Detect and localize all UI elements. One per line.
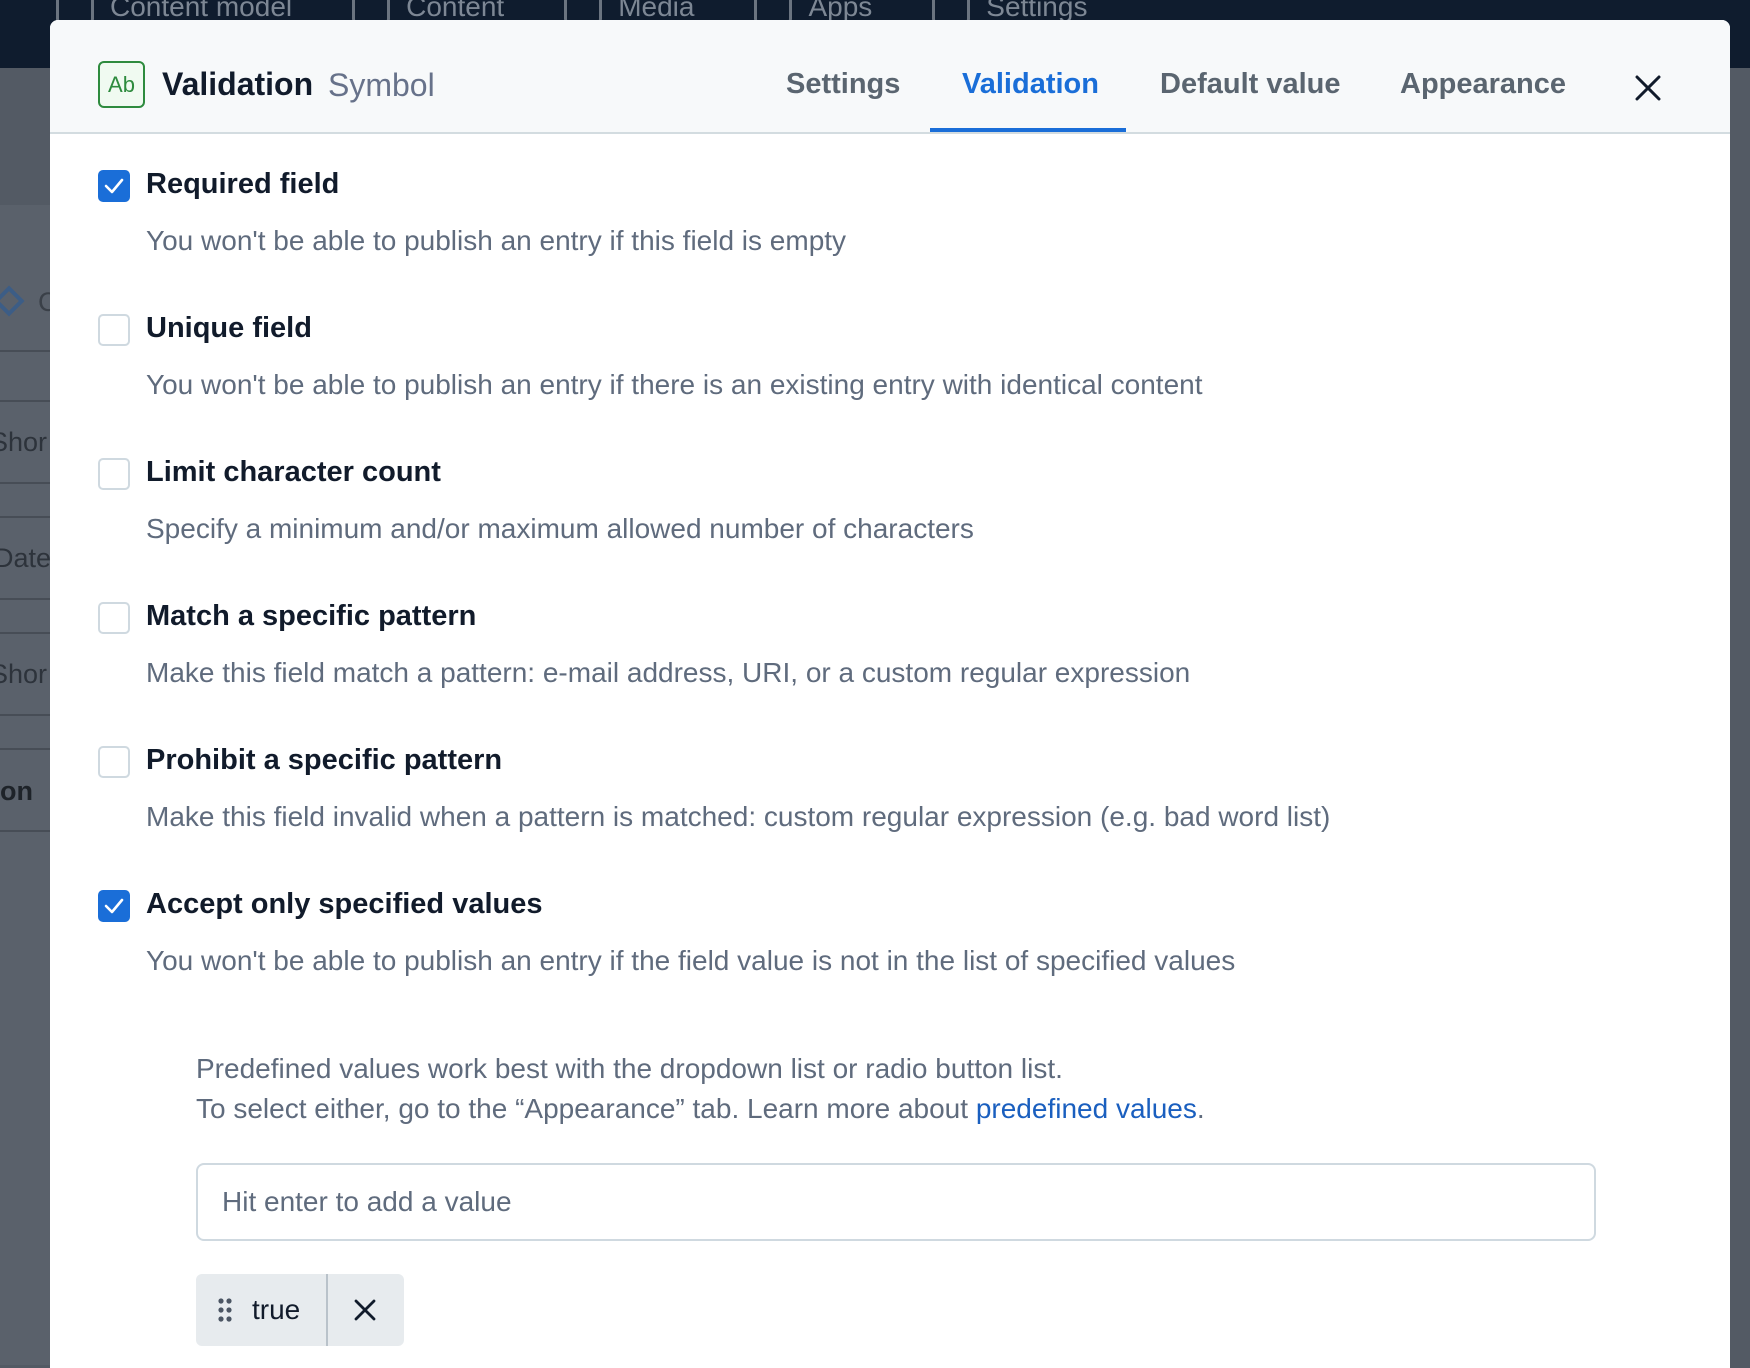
tab-default-value[interactable]: Default value (1160, 68, 1341, 101)
accept-specified-values-checkbox[interactable] (98, 890, 130, 922)
option-label: Unique field (146, 312, 312, 344)
option-description: Specify a minimum and/or maximum allowed… (146, 513, 974, 544)
predefined-values-help-line2: To select either, go to the “Appearance”… (196, 1093, 1205, 1125)
limit-character-count-checkbox[interactable] (98, 458, 130, 490)
bg-fragment: Date (0, 543, 52, 573)
option-description: You won't be able to publish an entry if… (146, 225, 847, 256)
close-icon (354, 1299, 376, 1321)
modal-title: Validation (162, 66, 314, 102)
match-pattern-checkbox[interactable] (98, 602, 130, 634)
unique-field-checkbox[interactable] (98, 314, 130, 346)
field-type-badge: Ab (98, 61, 145, 108)
bg-fragment: Shor (0, 659, 48, 689)
active-tab-indicator (930, 128, 1126, 132)
value-pill: true (196, 1274, 404, 1346)
modal-header: Ab Validation Symbol Settings Validation… (50, 20, 1730, 134)
drag-handle-icon (218, 1298, 232, 1322)
bg-fragment: on (0, 776, 33, 806)
predefined-values-help-line1: Predefined values work best with the dro… (196, 1053, 1063, 1084)
option-description: Make this field invalid when a pattern i… (146, 801, 1331, 832)
remove-value-button[interactable] (328, 1274, 402, 1346)
modal-subtitle: Symbol (328, 67, 435, 103)
help-text-suffix: . (1196, 1093, 1205, 1124)
option-label: Prohibit a specific pattern (146, 744, 503, 776)
required-field-checkbox[interactable] (98, 170, 130, 202)
bg-fragment: Shor (0, 427, 48, 457)
pill-value: true (252, 1294, 301, 1325)
close-button[interactable] (1628, 68, 1668, 108)
drag-handle[interactable] (196, 1274, 244, 1346)
checkmark-icon (104, 898, 124, 914)
add-value-input[interactable] (196, 1163, 1596, 1241)
option-label: Required field (146, 168, 340, 200)
checkmark-icon (104, 178, 124, 194)
option-description: You won't be able to publish an entry if… (146, 945, 1236, 976)
help-text-prefix: To select either, go to the “Appearance”… (196, 1093, 976, 1124)
tab-validation[interactable]: Validation (962, 68, 1099, 101)
option-label: Limit character count (146, 456, 441, 488)
close-icon (1635, 75, 1661, 101)
tab-settings[interactable]: Settings (786, 68, 900, 101)
predefined-values-link[interactable]: predefined values (976, 1093, 1197, 1124)
prohibit-pattern-checkbox[interactable] (98, 746, 130, 778)
field-validation-modal: Ab Validation Symbol Settings Validation… (50, 20, 1730, 1368)
option-label: Accept only specified values (146, 888, 543, 920)
tab-appearance[interactable]: Appearance (1400, 68, 1566, 101)
option-description: You won't be able to publish an entry if… (146, 369, 1203, 400)
option-label: Match a specific pattern (146, 600, 477, 632)
option-description: Make this field match a pattern: e-mail … (146, 657, 1191, 688)
